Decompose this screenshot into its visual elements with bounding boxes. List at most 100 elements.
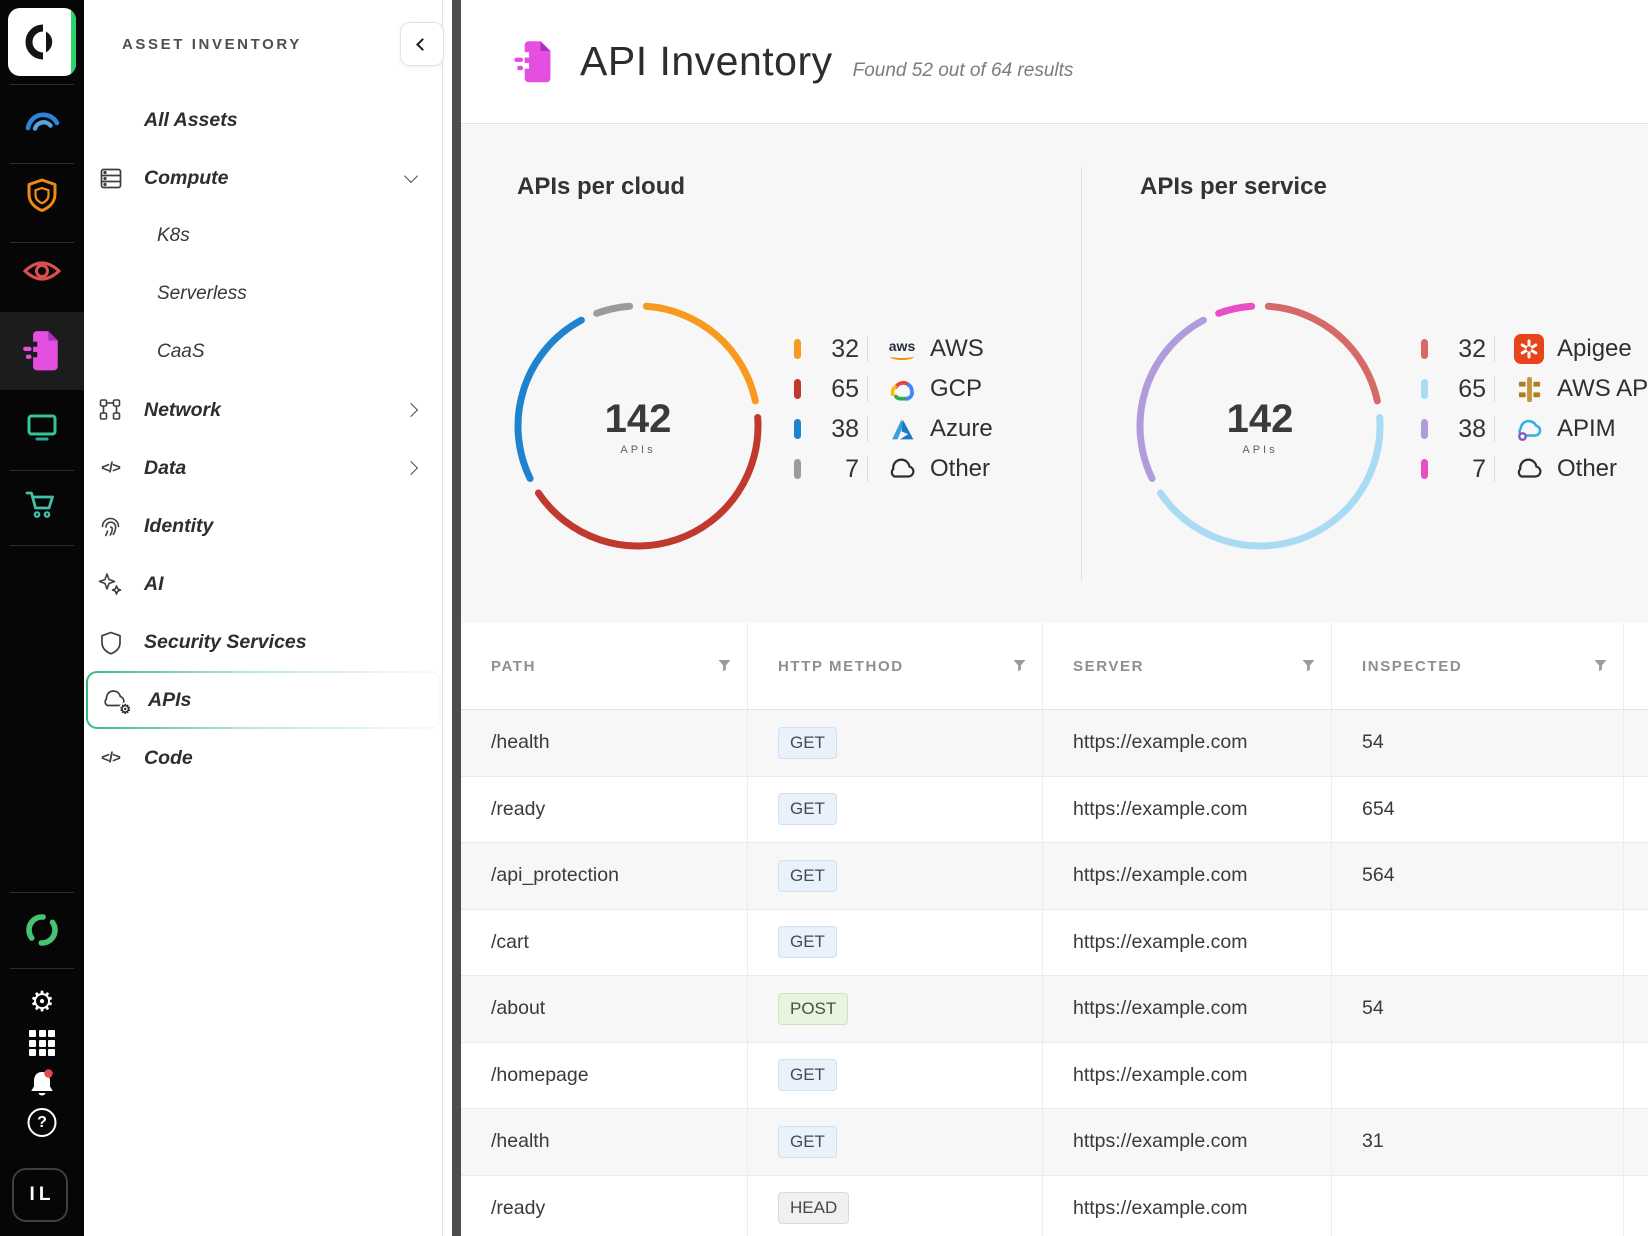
sidebar-item-serverless[interactable]: Serverless [84,265,442,323]
column-header-server: SERVER [1043,623,1332,709]
legend-row-other[interactable]: 7 Other [1421,449,1648,489]
help-button[interactable]: ? [28,1108,57,1137]
cell-method: GET [748,777,1043,843]
legend-divider [867,336,868,362]
filter-icon[interactable] [718,660,731,673]
sidebar-item-security-services[interactable]: Security Services [84,613,442,671]
shopping-cart-icon [20,484,64,528]
sidebar-item-k8s[interactable]: K8s [84,207,442,265]
legend-marker [794,339,801,359]
table-row[interactable]: /ready GET https://example.com 654 [461,777,1648,844]
legend-row-other[interactable]: 7 Other [794,449,993,489]
cell-spacer [1624,1109,1648,1175]
table-row[interactable]: /health GET https://example.com 54 [461,710,1648,777]
shield-icon [97,629,124,656]
cell-method: GET [748,910,1043,976]
cell-inspected: 54 [1332,976,1624,1042]
orange-shield-icon [20,175,64,219]
table-row[interactable]: /ready HEAD https://example.com [461,1176,1648,1236]
legend-row-aws[interactable]: 32 aws AWS [794,329,993,369]
column-header-spacer [1624,623,1648,709]
main-content: API Inventory Found 52 out of 64 results… [444,0,1648,1236]
gauge-nav-icon[interactable] [20,100,64,144]
legend-divider [867,456,868,482]
legend-divider [1494,456,1495,482]
filter-icon[interactable] [1013,660,1026,673]
left-icon-rail: ⚙ ? IL [0,0,84,1236]
chevron-right-icon [404,461,418,475]
legend-divider [1494,376,1495,402]
sidebar-title: ASSET INVENTORY [122,36,302,53]
orca-logo[interactable] [8,8,76,76]
cell-inspected: 31 [1332,1109,1624,1175]
sidebar-item-label: AI [144,573,164,596]
table-row[interactable]: /api_protection GET https://example.com … [461,843,1648,910]
cell-inspected [1332,1176,1624,1236]
table-row[interactable]: /health GET https://example.com 31 [461,1109,1648,1176]
donut-total: 142 [1227,397,1294,442]
sidebar-item-ai[interactable]: AI [84,555,442,613]
sidebar-item-label: Code [144,747,193,770]
sidebar-item-network[interactable]: Network [84,381,442,439]
gear-icon: ⚙ [29,988,54,1016]
cell-server: https://example.com [1043,1176,1332,1236]
filter-icon[interactable] [1594,660,1607,673]
apps-grid-button[interactable] [29,1030,55,1056]
asset-inventory-sidebar: ASSET INVENTORY All Assets Compute [84,0,443,1236]
table-row[interactable]: /cart GET https://example.com [461,910,1648,977]
cart-nav-icon[interactable] [20,484,64,528]
cell-inspected [1332,910,1624,976]
sidebar-item-label: All Assets [144,109,238,132]
legend-row-apigee[interactable]: 32 Apigee [1421,329,1648,369]
api-inventory-nav-icon[interactable] [22,329,62,373]
cell-inspected: 564 [1332,843,1624,909]
http-method-badge: GET [778,926,837,958]
legend-value: 32 [811,335,859,364]
sidebar-item-label: Network [144,399,221,422]
monitor-nav-icon[interactable] [20,406,64,450]
cell-method: POST [748,976,1043,1042]
shield-nav-icon[interactable] [20,175,64,219]
api-table: PATH HTTP METHOD SERVER [461,623,1648,1236]
table-row[interactable]: /homepage GET https://example.com [461,1043,1648,1110]
sidebar-item-label: Compute [144,167,229,190]
legend-value: 65 [1438,375,1486,404]
sidebar-collapse-button[interactable] [400,22,444,66]
legend-row-gcp[interactable]: 65 GCP [794,369,993,409]
sidebar-item-label: Identity [144,515,213,538]
notifications-button[interactable] [22,1064,62,1104]
http-method-badge: GET [778,860,837,892]
panel-drag-handle[interactable] [452,0,461,1236]
column-header-http-method: HTTP METHOD [748,623,1043,709]
avatar[interactable]: IL [12,1168,68,1222]
eye-nav-icon[interactable] [20,249,64,293]
settings-button[interactable]: ⚙ [29,988,54,1016]
cell-method: GET [748,843,1043,909]
sidebar-item-compute[interactable]: Compute [84,149,442,207]
legend-divider [867,416,868,442]
pink-document-icon [22,329,62,373]
sidebar-item-all-assets[interactable]: All Assets [84,91,442,149]
sidebar-item-label: Security Services [144,631,307,654]
charts-divider [1081,167,1082,581]
sidebar-item-identity[interactable]: Identity [84,497,442,555]
page-title: API Inventory [580,38,833,85]
legend-row-apim[interactable]: 38 APIM [1421,409,1648,449]
legend-row-azure[interactable]: 38 Azure [794,409,993,449]
sidebar-item-apis[interactable]: ⚙ APIs [88,673,439,727]
http-method-badge: HEAD [778,1192,849,1224]
http-method-badge: GET [778,793,837,825]
apigee-logo [1513,333,1545,365]
sync-nav-icon[interactable] [20,908,64,952]
chevron-right-icon [404,403,418,417]
fingerprint-icon [97,513,124,540]
sidebar-item-caas[interactable]: CaaS [84,323,442,381]
legend-row-aws-api-gateway[interactable]: 65 AWS API… [1421,369,1648,409]
sidebar-item-code[interactable]: </> Code [84,729,442,787]
filter-icon[interactable] [1302,660,1315,673]
table-row[interactable]: /about POST https://example.com 54 [461,976,1648,1043]
azure-logo [886,413,918,445]
sidebar-item-data[interactable]: </> Data [84,439,442,497]
cell-spacer [1624,1043,1648,1109]
divider [10,892,74,893]
